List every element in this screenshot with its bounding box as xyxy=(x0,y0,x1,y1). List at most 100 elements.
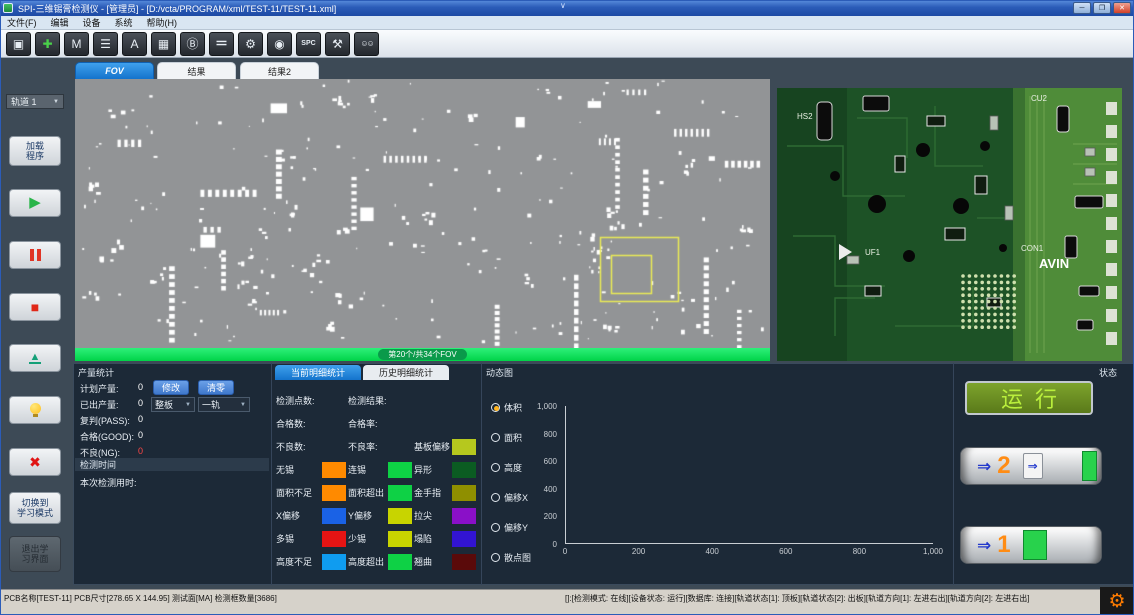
board-position-indicator xyxy=(1082,451,1097,481)
close-button[interactable]: ✕ xyxy=(1113,2,1131,14)
defect-legend-item: 面积超出 xyxy=(348,485,414,501)
statusbar-machine-status: []:[检测模式: 在线][设备状态: 运行][数据库: 连接][轨道状态[1]… xyxy=(565,593,1094,604)
menu-system[interactable]: 系统 xyxy=(108,16,140,29)
field-label: 不良率: xyxy=(348,440,414,453)
tab-result[interactable]: 结果 xyxy=(157,62,236,79)
camera-pcb-photo xyxy=(777,88,1122,361)
radio-scatter[interactable]: 散点图 xyxy=(491,551,531,564)
field-label: 检测点数: xyxy=(276,394,348,407)
minimize-button[interactable]: ─ xyxy=(1073,2,1091,14)
camera-label-avin: AVIN xyxy=(1039,256,1069,271)
production-row: 合格(GOOD):0 xyxy=(80,430,210,443)
camera-label-con1: CON1 xyxy=(1021,244,1043,253)
run-status-button[interactable]: 运行 xyxy=(965,381,1093,415)
toolbar-mark-m-icon[interactable]: M xyxy=(64,32,89,56)
light-button[interactable] xyxy=(9,396,61,424)
inspection-time-header: 检测时间 xyxy=(75,458,269,471)
clear-button[interactable]: 清零 xyxy=(198,380,234,395)
defect-legend-item: 多锡 xyxy=(276,531,348,547)
legend-swatch xyxy=(322,508,346,524)
load-program-button[interactable]: 加载 程序 xyxy=(9,136,61,166)
arrow-chip: ⇒ xyxy=(1023,453,1043,479)
defect-legend-item: 金手指 xyxy=(414,485,478,501)
maximize-button[interactable]: ❐ xyxy=(1093,2,1111,14)
legend-swatch xyxy=(388,554,412,570)
track-2-indicator: ⇒ 2 ⇒ xyxy=(960,447,1102,485)
stop-button[interactable]: ■ xyxy=(9,293,61,321)
menu-file[interactable]: 文件(F) xyxy=(0,16,44,29)
fov-viewport[interactable] xyxy=(75,79,770,348)
toolbar-users-icon[interactable]: ☺☺ xyxy=(354,32,379,56)
tab-result2[interactable]: 结果2 xyxy=(240,62,319,79)
pause-button[interactable] xyxy=(9,241,61,269)
status-title: 状态 xyxy=(1099,366,1117,379)
panel-divider xyxy=(953,363,954,585)
defect-legend-item: 基板偏移 xyxy=(414,439,478,455)
titlebar: SPI-三维锡膏检测仪 - [管理员] - [D:/vcta/PROGRAM/x… xyxy=(0,0,1134,16)
defect-legend-item: 翘曲 xyxy=(414,554,478,570)
window-title: SPI-三维锡膏检测仪 - [管理员] - [D:/vcta/PROGRAM/x… xyxy=(18,2,336,15)
abort-button[interactable]: ✖ xyxy=(9,448,61,476)
statusbar: PCB名称[TEST-11] PCB尺寸[278.65 X 144.95] 测试… xyxy=(0,589,1134,615)
panel-divider xyxy=(481,363,482,585)
production-row: 计划产量:0 xyxy=(80,382,210,395)
track-scope-dropdown[interactable]: 一轨▼ xyxy=(198,397,250,412)
defect-legend-item: 拉尖 xyxy=(414,508,478,524)
switch-learn-mode-button[interactable]: 切换到 学习模式 xyxy=(9,492,61,524)
radio-icon xyxy=(491,403,500,412)
chevron-down-icon: ▼ xyxy=(53,99,59,105)
track-2-number: 2 xyxy=(997,454,1010,478)
window-controls: ─ ❐ ✕ xyxy=(1073,2,1131,14)
toolbar-align-a-icon[interactable]: A xyxy=(122,32,147,56)
toolbar-tools-icon[interactable]: ⚒ xyxy=(325,32,350,56)
toolbar-b-circle-icon[interactable]: Ⓑ xyxy=(180,32,205,56)
bga-pad-grid xyxy=(961,274,1016,329)
toolbar-camera-icon[interactable]: ◉ xyxy=(267,32,292,56)
toolbar-gear-icon[interactable]: ⚙ xyxy=(238,32,263,56)
tab-history-detail[interactable]: 历史明细统计 xyxy=(363,365,449,380)
tab-current-detail[interactable]: 当前明细统计 xyxy=(275,365,361,380)
defect-legend-item: 少锡 xyxy=(348,531,414,547)
defect-legend-item: 高度不足 xyxy=(276,554,348,570)
exit-learn-button[interactable]: 退出学 习界面 xyxy=(9,536,61,572)
tab-fov[interactable]: FOV xyxy=(75,62,154,79)
legend-swatch xyxy=(322,554,346,570)
defect-legend-item: 高度超出 xyxy=(348,554,414,570)
defect-legend-item: 面积不足 xyxy=(276,485,348,501)
camera-label-uf1: UF1 xyxy=(865,248,880,257)
start-button[interactable]: ▶ xyxy=(9,189,61,217)
menu-edit[interactable]: 编辑 xyxy=(44,16,76,29)
close-x-icon: ✖ xyxy=(29,456,41,469)
dynamic-chart-title: 动态图 xyxy=(486,366,513,379)
toolbar-qrcode-icon[interactable]: ▦ xyxy=(151,32,176,56)
titlebar-caret-icon[interactable]: ∨ xyxy=(560,1,566,10)
radio-icon xyxy=(491,463,500,472)
toolbar-spc-chart-icon[interactable]: SPC xyxy=(296,32,321,56)
chevron-down-icon: ▼ xyxy=(240,402,246,408)
legend-swatch xyxy=(452,531,476,547)
camera-label-hs2: HS2 xyxy=(797,112,813,121)
chart-y-axis-labels: 1,0008006004002000 xyxy=(517,406,561,544)
track-select-dropdown[interactable]: 轨道 1 ▼ xyxy=(6,94,64,109)
arrow-right-icon: ⇒ xyxy=(977,458,991,475)
radio-icon xyxy=(491,493,500,502)
toolbar-screen-icon[interactable]: ▣ xyxy=(6,32,31,56)
toolbar-sliders-icon[interactable]: ☰ xyxy=(93,32,118,56)
camera-label-cu2: CU2 xyxy=(1031,94,1047,103)
toolbar-add-icon[interactable]: ✚ xyxy=(35,32,60,56)
eject-button[interactable]: ▲ xyxy=(9,344,61,372)
menu-device[interactable]: 设备 xyxy=(76,16,108,29)
modify-button[interactable]: 修改 xyxy=(153,380,189,395)
settings-gear-icon[interactable]: ⚙ xyxy=(1100,587,1134,615)
toolbar-equal-icon[interactable]: ＝ xyxy=(209,32,234,56)
statusbar-pcb-info: PCB名称[TEST-11] PCB尺寸[278.65 X 144.95] 测试… xyxy=(4,593,277,604)
defect-legend-item: Y偏移 xyxy=(348,508,414,524)
production-title: 产量统计 xyxy=(78,366,114,379)
legend-swatch xyxy=(388,531,412,547)
track-1-indicator: ⇒ 1 xyxy=(960,526,1102,564)
board-scope-dropdown[interactable]: 整板▼ xyxy=(151,397,195,412)
defect-legend-item: 无锡 xyxy=(276,462,348,478)
legend-swatch xyxy=(452,462,476,478)
pcb-layout-canvas[interactable] xyxy=(75,79,770,348)
menu-help[interactable]: 帮助(H) xyxy=(140,16,185,29)
